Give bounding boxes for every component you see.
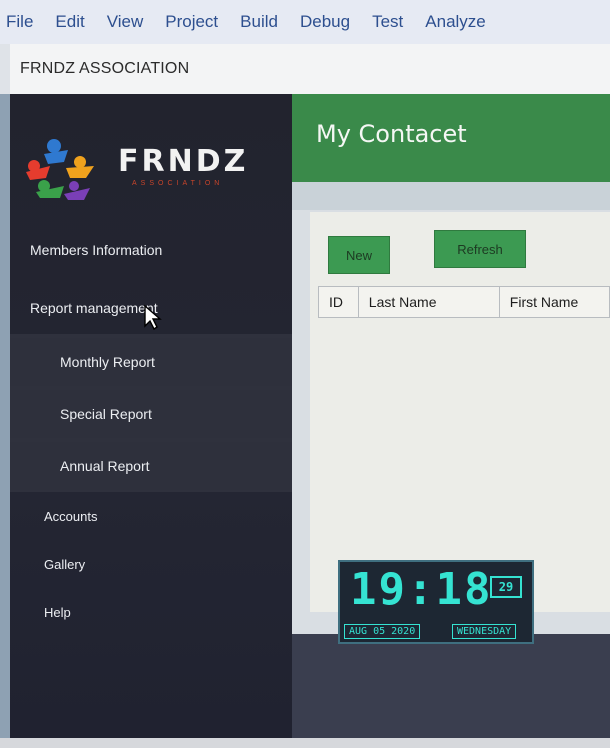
window-titlebar: FRNDZ ASSOCIATION [10,44,610,94]
menu-build[interactable]: Build [240,12,278,32]
menu-debug[interactable]: Debug [300,12,350,32]
sidebar-item-label: Members Information [30,242,163,258]
refresh-button[interactable]: Refresh [434,230,526,268]
sidebar-item-label: Special Report [60,406,152,422]
sidebar-item-accounts[interactable]: Accounts [10,492,292,540]
sidebar-item-label: Help [44,604,71,620]
clock-day: WEDNESDAY [452,624,517,639]
sidebar: FRNDZ ASSOCIATION Members Information Re… [10,94,292,738]
sidebar-item-monthly-report[interactable]: Monthly Report [10,338,292,386]
bottom-bar [292,634,610,738]
menu-analyze[interactable]: Analyze [425,12,485,32]
header-band [292,182,610,210]
menu-test[interactable]: Test [372,12,403,32]
sidebar-item-members-information[interactable]: Members Information [10,226,292,274]
logo-text: FRNDZ [118,144,249,179]
window-left-edge [0,94,10,748]
bottom-edge [0,738,610,748]
sidebar-item-label: Annual Report [60,458,150,474]
ide-menubar: File Edit View Project Build Debug Test … [0,0,610,44]
mouse-cursor-icon [144,304,162,330]
sidebar-item-label: Monthly Report [60,354,155,370]
column-header-last-name[interactable]: Last Name [359,287,500,317]
column-header-first-name[interactable]: First Name [500,287,609,317]
page-title: My Contacet [316,120,467,148]
frndz-logo: FRNDZ ASSOCIATION [20,132,270,202]
people-logo-icon [26,139,94,200]
clock-seconds: 29 [490,576,522,598]
sidebar-item-label: Accounts [44,508,98,524]
column-header-id[interactable]: ID [319,287,359,317]
sidebar-item-annual-report[interactable]: Annual Report [10,442,292,490]
content-header: My Contacet [292,94,610,182]
clock-date: AUG 05 2020 [344,624,421,639]
sidebar-item-label: Report management [30,300,158,316]
menu-project[interactable]: Project [165,12,218,32]
digital-clock: 19:18 29 AUG 05 2020 WEDNESDAY [338,560,534,644]
sidebar-item-label: Gallery [44,556,86,572]
contacts-grid-header: ID Last Name First Name [318,286,610,318]
sidebar-item-gallery[interactable]: Gallery [10,540,292,588]
new-button[interactable]: New [328,236,390,274]
clock-time: 19:18 [350,564,493,615]
contacts-panel: New Refresh ID Last Name First Name [310,212,610,612]
sidebar-item-help[interactable]: Help [10,588,292,636]
logo-subtext: ASSOCIATION [132,180,224,187]
window-title: FRNDZ ASSOCIATION [20,60,190,77]
menu-view[interactable]: View [107,12,144,32]
menu-edit[interactable]: Edit [55,12,84,32]
menu-file[interactable]: File [6,12,33,32]
sidebar-item-special-report[interactable]: Special Report [10,390,292,438]
